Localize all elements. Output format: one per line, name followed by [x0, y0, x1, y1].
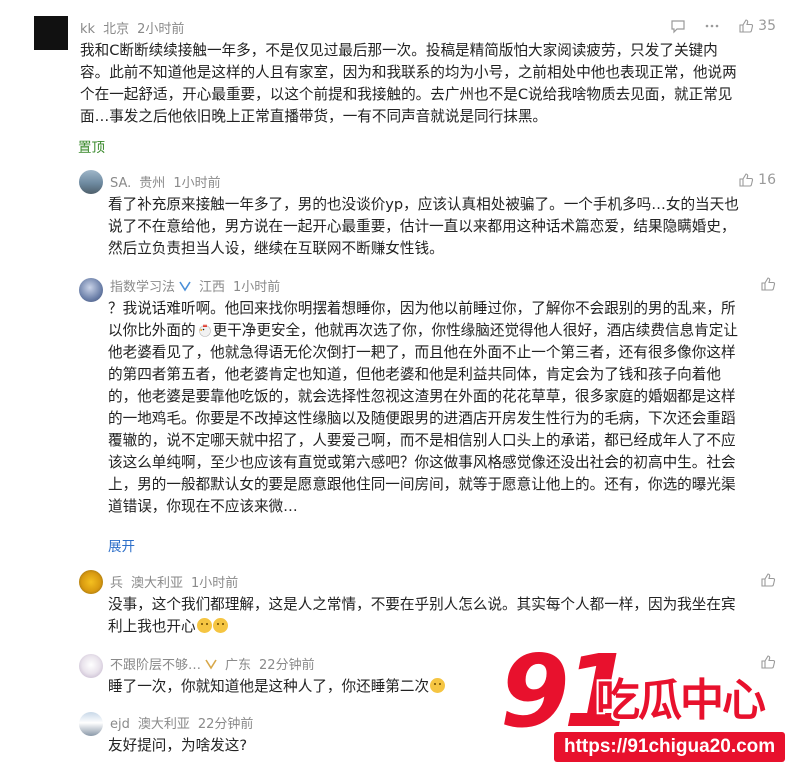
comment-actions — [760, 276, 776, 292]
comment-meta: SA. 贵州 1小时前 — [110, 172, 221, 191]
comment-text: ？我说话难听啊。他回来找你明摆着想睡你，因为他以前睡过你，了解你不会跟别的男的乱… — [108, 298, 748, 518]
timestamp: 1小时前 — [191, 576, 239, 591]
like-count: 16 — [758, 172, 776, 188]
pinned-label: 置顶 — [78, 140, 105, 156]
avatar[interactable] — [79, 278, 103, 302]
username[interactable]: SA. — [110, 176, 131, 191]
timestamp: 22分钟前 — [259, 658, 315, 673]
comment-actions — [760, 572, 776, 588]
avatar[interactable] — [79, 570, 103, 594]
location: 北京 — [103, 22, 130, 37]
username[interactable]: ejd — [110, 717, 130, 732]
comment-meta: kk 北京 2小时前 — [80, 18, 184, 37]
avatar[interactable] — [79, 170, 103, 194]
comment-text: 看了补充原来接触一年多了，男的也没谈价yp，应该认真相处被骗了。一个手机多吗…女… — [108, 196, 739, 257]
username[interactable]: 兵 — [110, 576, 123, 591]
like-count: 35 — [758, 18, 776, 34]
thumbs-up-icon — [739, 173, 754, 187]
comment-text-part: 睡了一次，你就知道他是这种人了，你还睡第二次 — [108, 678, 430, 695]
location: 江西 — [199, 280, 226, 295]
timestamp: 22分钟前 — [197, 717, 254, 732]
comment-meta: 兵澳大利亚 1小时前 — [110, 572, 238, 591]
timestamp: 2小时前 — [137, 22, 185, 37]
comment-icon — [671, 20, 685, 34]
comment-item: 指数学习法 江西 1小时前 ？我说话难听啊。他回来找你明摆着想睡你，因为他以前睡过你… — [0, 270, 800, 560]
comment-text: 我和C断断续续接触一年多，不是仅见过最后那一次。投稿是精简版怕大家阅读疲劳，只发… — [80, 42, 737, 125]
rooster-emoji — [196, 321, 213, 338]
thumbs-up-icon — [739, 19, 754, 33]
comment-meta: 不跟阶层不够… 广东 22分钟前 — [110, 654, 315, 673]
smile-emoji — [212, 618, 228, 633]
timestamp: 1小时前 — [173, 176, 221, 191]
comment-item: 兵澳大利亚 1小时前 没事，这个我们都理解，这是人之常情，不要在乎别人怎么说。其实… — [0, 560, 800, 650]
username[interactable]: 不跟阶层不够… — [110, 658, 201, 673]
avatar[interactable] — [79, 654, 103, 678]
comment-item: SA. 贵州 1小时前 16 看了补充原来接触一年多了，男的也没谈价yp，应该认真相… — [0, 160, 800, 270]
verified-icon — [205, 659, 217, 670]
comment-item: kk 北京 2小时前 35 我和C断断续续接触一年多，不是仅见过最后那一次。投稿是精… — [0, 0, 800, 160]
watermark-logo-text: 吃瓜中心 — [596, 675, 766, 726]
comment-text: 没事，这个我们都理解，这是人之常情，不要在乎别人怎么说。其实每个人都一样，因为我… — [108, 594, 748, 638]
comment-meta: ejd 澳大利亚 22分钟前 — [110, 713, 253, 732]
more-icon — [705, 24, 719, 28]
like-button[interactable]: 35 — [738, 18, 776, 34]
like-button[interactable] — [760, 276, 776, 292]
username[interactable]: kk — [80, 22, 95, 37]
location: 贵州 — [139, 176, 166, 191]
site-watermark: 91 吃瓜中心 https://91chigua20.com — [500, 642, 800, 780]
comment-actions: 35 — [670, 18, 776, 34]
comment-text: 友好提问，为啥发这? — [108, 737, 248, 754]
thumbs-up-icon — [761, 277, 776, 291]
like-button[interactable]: 16 — [738, 172, 776, 188]
comment-meta: 指数学习法 江西 1小时前 — [110, 276, 280, 295]
expand-link[interactable]: 展开 — [108, 535, 135, 555]
smile-emoji — [196, 618, 212, 633]
verified-icon — [179, 281, 191, 292]
location: 澳大利亚 — [137, 717, 190, 732]
comment-actions: 16 — [738, 172, 776, 188]
avatar[interactable] — [34, 16, 68, 50]
watermark-url: https://91chigua20.com — [554, 732, 786, 762]
thumbs-up-icon — [761, 573, 776, 587]
reply-button[interactable] — [670, 18, 686, 34]
laugh-emoji — [430, 678, 446, 693]
comment-text: 睡了一次，你就知道他是这种人了，你还睡第二次 — [108, 676, 508, 698]
comment-text-part: 更干净更安全，他就再次选了你，你性缘脑还觉得他人很好，酒店续费信息肯定让他老婆看… — [108, 322, 738, 515]
location: 广东 — [225, 658, 252, 673]
like-button[interactable] — [760, 572, 776, 588]
avatar[interactable] — [79, 712, 103, 736]
location: 澳大利亚 — [131, 576, 184, 591]
more-button[interactable] — [704, 18, 720, 34]
timestamp: 1小时前 — [233, 280, 281, 295]
username[interactable]: 指数学习法 — [110, 280, 175, 295]
